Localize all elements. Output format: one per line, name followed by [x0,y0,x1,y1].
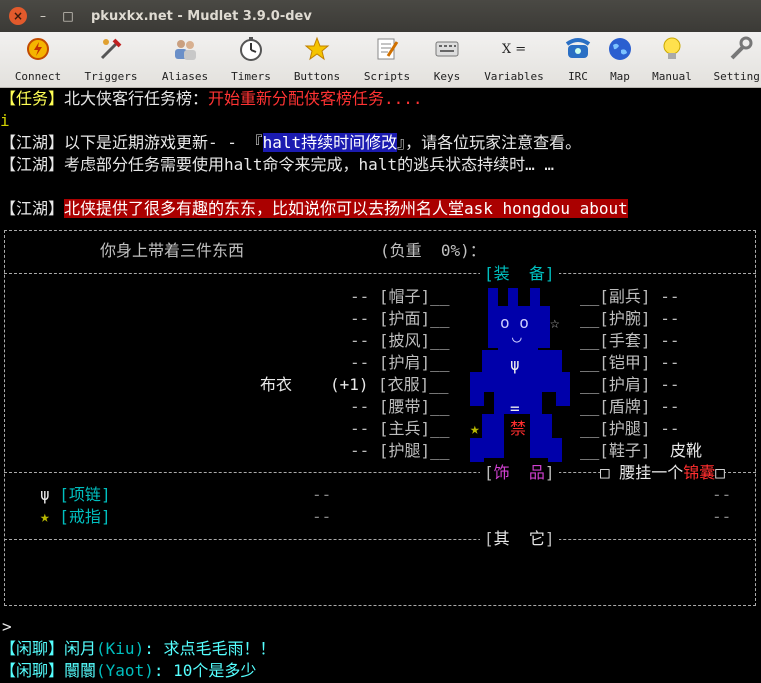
slot-shoes[interactable]: 鞋子 [609,441,641,460]
cloth-bonus: (+1) [330,375,369,394]
waist-line: □ 腰挂一个锦囊□ [600,462,725,484]
equip-title: [装 备] [480,263,559,285]
news-line-3: 【江湖】北侠提供了很多有趣的东东，比如说你可以去扬州名人堂ask hongdou… [0,199,628,218]
maximize-window-button[interactable]: □ [59,7,77,25]
toolbar-map-button[interactable]: Map [606,36,634,86]
minimize-window-button[interactable]: – [34,7,52,25]
psi-glyph: ψ [510,355,520,374]
map-icon [607,36,633,62]
ban-glyph: 禁 [510,419,527,438]
manual-icon [659,36,685,62]
window-titlebar: × – □ pkuxkx.net - Mudlet 3.9.0-dev [0,0,761,32]
slot-shield[interactable]: 盾牌 [609,397,641,416]
slot-hat[interactable]: 帽子 [389,287,421,306]
slot-gloves[interactable]: 手套 [609,331,641,350]
figure-mouth: ◡ [512,327,522,346]
waist-item[interactable]: 锦囊 [683,463,715,482]
timers-icon [238,36,264,62]
toolbar-variables-button[interactable]: X = Variables [481,36,547,86]
halt-link[interactable]: halt持续时间修改 [262,133,398,152]
buttons-icon [304,36,330,62]
ring-slot[interactable]: ★ [戒指] [40,506,111,528]
scripts-icon [374,36,400,62]
close-window-button[interactable]: × [9,7,27,25]
news-line-2: 【江湖】考虑部分任务需要使用halt命令来完成，halt的逃兵状态持续时… … [0,155,554,174]
toolbar-timers-button[interactable]: Timers [227,36,275,86]
aliases-icon [172,36,198,62]
slot-face[interactable]: 护面 [389,309,421,328]
toolbar-aliases-button[interactable]: Aliases [158,36,212,86]
window-title: pkuxkx.net - Mudlet 3.9.0-dev [91,8,312,24]
irc-icon [565,36,591,62]
necklace-slot[interactable]: ψ [项链] [40,484,111,506]
input-echo: i [0,111,10,130]
chat-line-1: 【闲聊】闲月(Kiu): 求点毛毛雨！！ [0,639,276,658]
star-filled-glyph: ★ [470,419,480,438]
slot-shoulder-right[interactable]: 护肩 [609,375,641,394]
slot-main-weapon[interactable]: 主兵 [389,419,421,438]
slot-armor[interactable]: 铠甲 [609,353,641,372]
main-toolbar: Connect Triggers Aliases Timers Buttons … [0,32,761,88]
task-line: 【任务】北大侠客行任务榜：开始重新分配侠客榜任务.... [0,89,423,108]
slot-offhand[interactable]: 副兵 [609,287,641,306]
toolbar-triggers-button[interactable]: Triggers [82,36,140,86]
eq-glyph: = [510,399,520,418]
toolbar-connect-button[interactable]: Connect [13,36,63,86]
command-prompt: > [2,617,12,636]
slot-shoulder-left[interactable]: 护肩 [389,353,421,372]
variables-icon: X = [501,41,527,57]
inventory-weight: (负重 0%)： [380,241,486,260]
toolbar-settings-button[interactable]: Settings [714,36,761,86]
toolbar-manual-button[interactable]: Manual [650,36,694,86]
slot-cloak[interactable]: 披风 [389,331,421,350]
toolbar-scripts-button[interactable]: Scripts [360,36,414,86]
slot-leg-left[interactable]: 护腿 [389,441,421,460]
inventory-header: 你身上带着三件东西 [100,241,245,260]
boots-item[interactable]: 皮靴 [670,440,702,462]
slot-belt[interactable]: 腰带 [389,397,421,416]
slot-wrist[interactable]: 护腕 [609,309,641,328]
star-outline-glyph: ☆ [550,313,560,332]
accessory-title: [饰 品] [480,462,559,484]
slot-leg-right[interactable]: 护腿 [609,419,641,438]
slot-clothes[interactable]: 衣服 [388,375,420,394]
toolbar-buttons-button[interactable]: Buttons [290,36,344,86]
keys-icon [434,36,460,62]
mud-output-console[interactable]: 【任务】北大侠客行任务榜：开始重新分配侠客榜任务.... i 【江湖】以下是近期… [0,88,761,683]
toolbar-irc-button[interactable]: IRC [563,36,593,86]
chat-line-2: 【闲聊】闤闤(Yaot): 10个是多少 [0,661,257,680]
news-line-1: 【江湖】以下是近期游戏更新- - 『halt持续时间修改』，请各位玩家注意查看。 [0,133,582,152]
connect-icon [25,36,51,62]
other-title: [其 它] [480,528,559,550]
toolbar-keys-button[interactable]: Keys [428,36,466,86]
cloth-item[interactable]: 布衣 [260,374,292,396]
triggers-icon [98,36,124,62]
settings-icon [727,36,753,62]
